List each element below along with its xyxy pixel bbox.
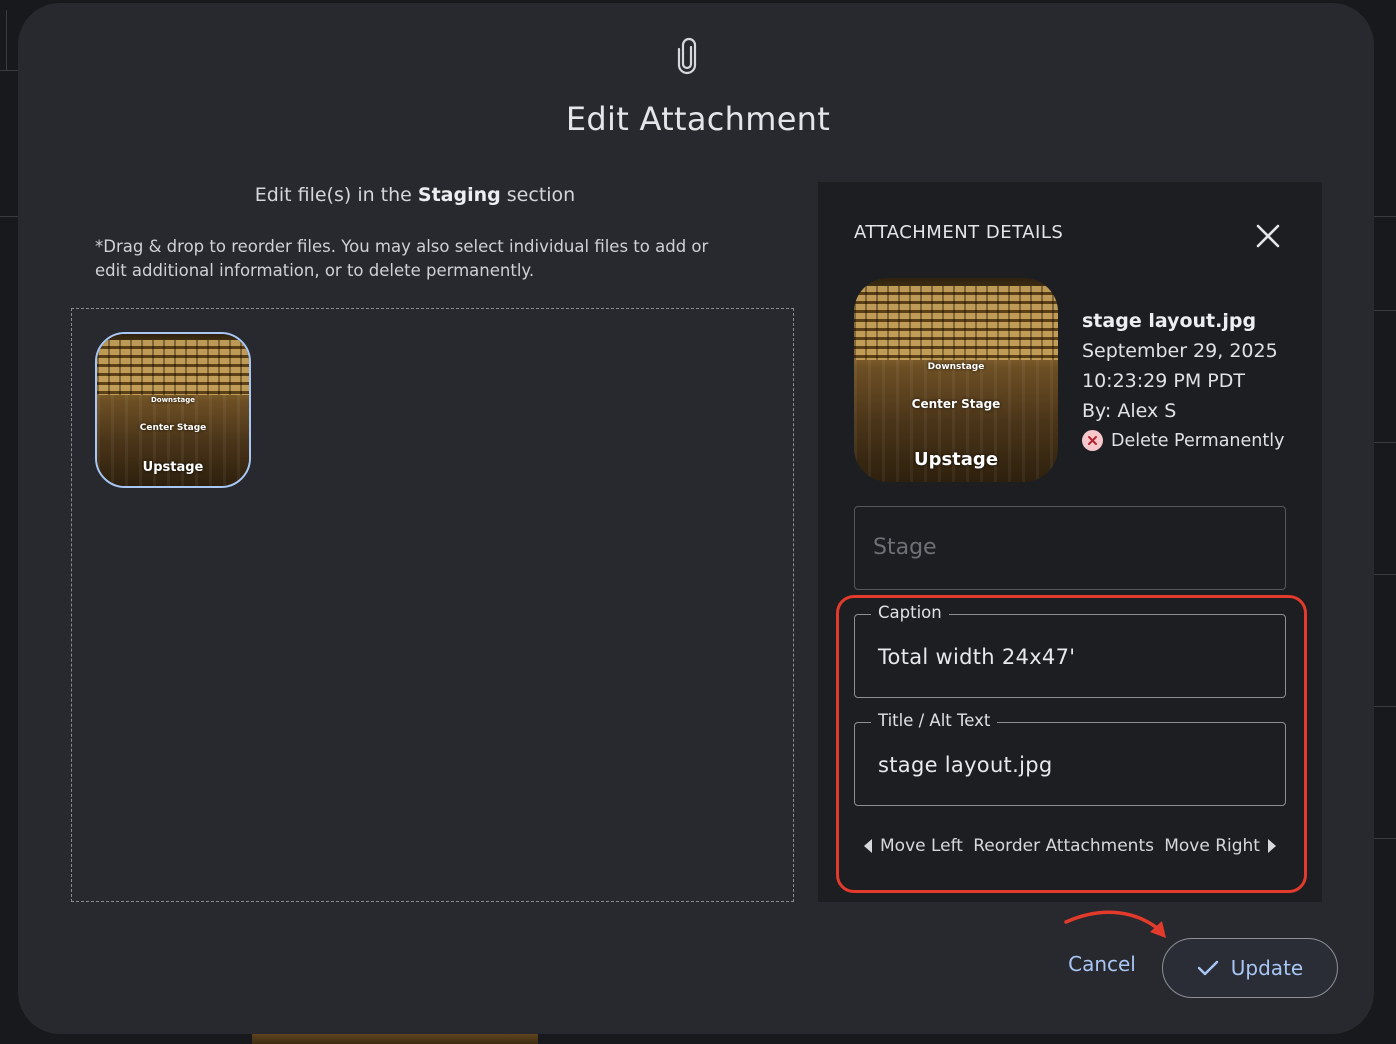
stage-layout-image: Downstage Center Stage Upstage (97, 334, 249, 486)
reorder-hint: *Drag & drop to reorder files. You may a… (95, 237, 709, 280)
caption-input[interactable]: Total width 24x47' (878, 645, 1075, 669)
heading-suffix: section (506, 184, 576, 206)
heading-section-name: Staging (417, 184, 501, 206)
reorder-controls: Move Left Reorder Attachments Move Right (864, 836, 1276, 856)
background-divider (1374, 216, 1396, 217)
update-button[interactable]: Update (1162, 938, 1338, 998)
caret-right-icon (1267, 839, 1276, 853)
image-label-downstage: Downstage (927, 362, 985, 372)
alt-text-label: Title / Alt Text (871, 711, 998, 730)
upload-time: 10:23:29 PM PDT (1082, 370, 1245, 392)
details-title: ATTACHMENT DETAILS (854, 222, 1064, 243)
delete-permanently-button[interactable]: Delete Permanently (1082, 430, 1284, 451)
reorder-attachments-label: Reorder Attachments (973, 836, 1154, 856)
checkmark-icon (1197, 960, 1218, 976)
caret-left-icon (864, 839, 872, 853)
section-select-placeholder: Stage (873, 535, 937, 560)
move-left-button[interactable]: Move Left (864, 836, 963, 856)
image-label-upstage: Upstage (913, 449, 999, 470)
paperclip-icon (677, 37, 697, 75)
image-label-center: Center Stage (139, 423, 207, 433)
delete-label: Delete Permanently (1111, 430, 1285, 451)
modal-title: Edit Attachment (565, 100, 831, 138)
background-divider (1374, 442, 1396, 443)
image-label-center: Center Stage (911, 397, 1001, 411)
update-label: Update (1230, 956, 1304, 980)
background-divider (0, 216, 18, 217)
background-divider (0, 70, 18, 71)
attachment-preview: Downstage Center Stage Upstage (854, 278, 1058, 482)
attachment-thumbnail-selected[interactable]: Downstage Center Stage Upstage (95, 332, 251, 488)
background-divider (1374, 310, 1396, 311)
alt-text-field[interactable]: Title / Alt Text stage layout.jpg (854, 711, 1286, 806)
upload-date: September 29, 2025 (1082, 340, 1278, 362)
caption-field[interactable]: Caption Total width 24x47' (854, 603, 1286, 698)
file-metadata: stage layout.jpg September 29, 2025 10:2… (1082, 306, 1278, 426)
close-icon[interactable] (1254, 222, 1282, 250)
move-left-label: Move Left (880, 836, 963, 856)
background-divider (1374, 706, 1396, 707)
heading-prefix: Edit file(s) in the (254, 184, 412, 206)
caption-label: Caption (871, 603, 949, 622)
alt-text-input[interactable]: stage layout.jpg (878, 753, 1052, 777)
move-right-button[interactable]: Move Right (1164, 836, 1276, 856)
edit-section-heading: Edit file(s) in the Staging section (200, 184, 630, 206)
cancel-button[interactable]: Cancel (1062, 952, 1142, 976)
pointer-arrow-annotation (1064, 910, 1166, 938)
background-divider (6, 10, 7, 70)
file-name: stage layout.jpg (1082, 310, 1257, 332)
background-divider (1374, 838, 1396, 839)
move-right-label: Move Right (1164, 836, 1260, 856)
delete-icon (1082, 430, 1103, 451)
section-select[interactable]: Stage (854, 506, 1286, 590)
image-label-upstage: Upstage (142, 460, 204, 475)
stage-layout-image: Downstage Center Stage Upstage (854, 278, 1058, 482)
image-label-downstage: Downstage (150, 396, 196, 404)
background-divider (1374, 574, 1396, 575)
uploader: By: Alex S (1082, 400, 1177, 422)
